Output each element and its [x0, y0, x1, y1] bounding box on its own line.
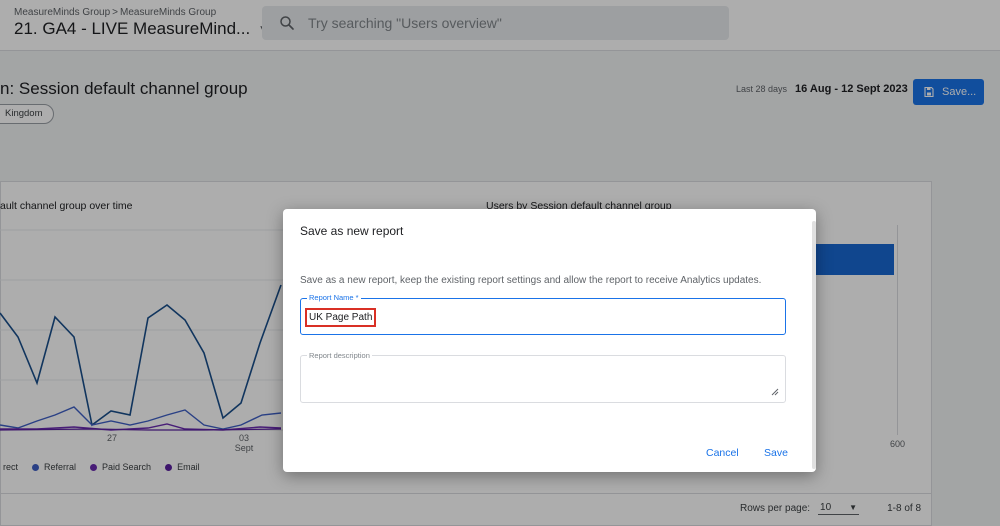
- dialog-description: Save as a new report, keep the existing …: [300, 275, 762, 286]
- dialog-title: Save as new report: [300, 224, 404, 238]
- report-name-input[interactable]: UK Page Path: [305, 308, 377, 327]
- report-description-label: Report description: [307, 351, 372, 360]
- save-button[interactable]: Save: [764, 447, 788, 459]
- resize-handle-icon[interactable]: [771, 388, 779, 396]
- dialog-scrollbar[interactable]: [812, 221, 816, 469]
- report-description-field[interactable]: Report description: [300, 351, 786, 403]
- cancel-button[interactable]: Cancel: [706, 447, 739, 459]
- report-name-field[interactable]: Report Name * UK Page Path: [300, 293, 786, 335]
- save-report-dialog: Save as new report Save as a new report,…: [283, 209, 816, 472]
- report-name-label: Report Name *: [307, 293, 361, 302]
